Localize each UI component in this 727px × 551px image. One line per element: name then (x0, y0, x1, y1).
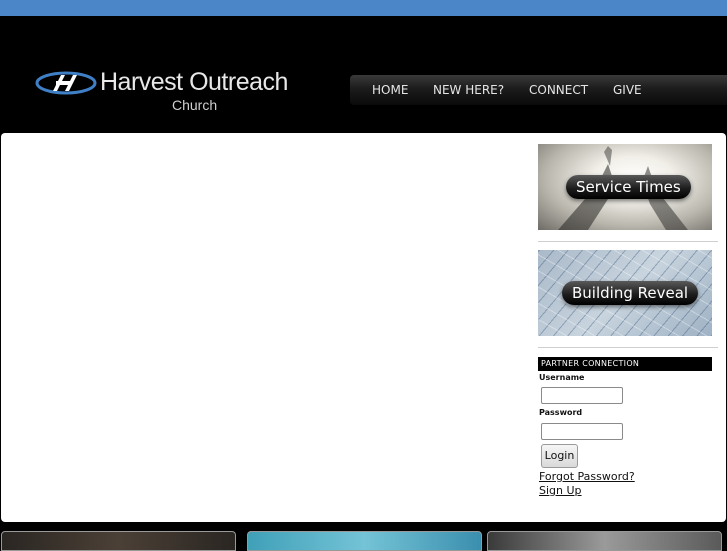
login-button[interactable]: Login (541, 444, 578, 468)
password-input[interactable] (541, 423, 623, 440)
top-accent-bar (0, 0, 727, 16)
nav-new-here[interactable]: NEW HERE? (433, 83, 504, 97)
nav-give[interactable]: GIVE (613, 83, 642, 97)
building-reveal-banner[interactable]: Building Reveal (538, 250, 712, 336)
site-subtitle: Church (172, 97, 218, 113)
partner-connection-header: PARTNER CONNECTION (538, 357, 712, 371)
forgot-password-link[interactable]: Forgot Password? (539, 470, 635, 483)
feature-box-2[interactable] (247, 531, 482, 551)
main-content: Service Times Building Reveal PARTNER CO… (1, 133, 726, 522)
feature-box-1[interactable] (1, 531, 236, 551)
site-title: Harvest Outreach (100, 68, 288, 96)
sign-up-link[interactable]: Sign Up (539, 484, 582, 497)
feature-box-3[interactable] (487, 531, 722, 551)
nav-home[interactable]: HOME (372, 83, 408, 97)
nav-connect[interactable]: CONNECT (529, 83, 588, 97)
building-reveal-label: Building Reveal (562, 281, 699, 305)
service-times-banner[interactable]: Service Times (538, 144, 712, 230)
username-label: Username (539, 373, 585, 382)
logo-mark-icon (35, 71, 97, 95)
username-input[interactable] (541, 387, 623, 404)
password-label: Password (539, 408, 583, 417)
service-times-label: Service Times (566, 175, 691, 199)
main-nav: HOME NEW HERE? CONNECT GIVE (350, 75, 727, 105)
site-header: Harvest Outreach Church HOME NEW HERE? C… (0, 16, 727, 133)
sidebar-divider (538, 347, 718, 348)
site-logo[interactable]: Harvest Outreach Church (35, 68, 310, 119)
sidebar-divider (538, 241, 718, 242)
